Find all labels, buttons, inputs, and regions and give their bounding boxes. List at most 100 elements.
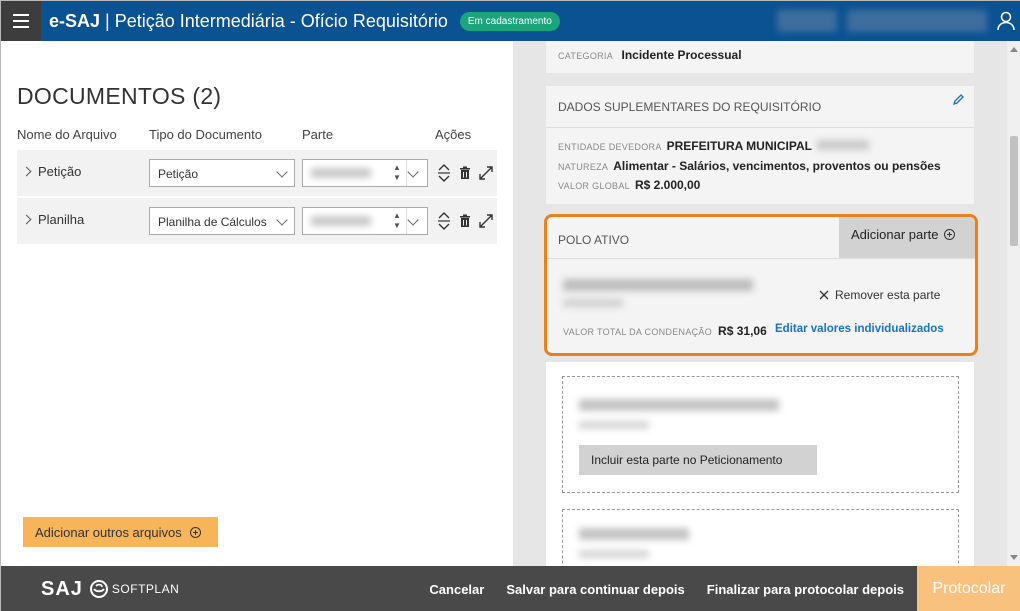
redacted-court-name (777, 10, 837, 32)
close-icon (819, 290, 829, 300)
category-card: CATEGORIA Incidente Processual (546, 41, 974, 73)
scroll-down-icon[interactable] (1010, 555, 1018, 560)
chevron-right-icon (21, 166, 32, 177)
column-actions: Ações (435, 127, 472, 142)
brand-name: e-SAJ (49, 10, 101, 31)
document-type-value: Petição (158, 167, 199, 181)
footer-actions: Cancelar Salvar para continuar depois Fi… (418, 566, 1020, 611)
finalize-later-button[interactable]: Finalizar para protocolar depois (696, 582, 915, 597)
saj-logo: SAJ SOFTPLAN (41, 578, 179, 601)
total-value: R$ 31,06 (718, 324, 767, 338)
entity-label: ENTIDADE DEVEDORA (558, 142, 662, 152)
chevron-down-icon (407, 166, 419, 178)
global-value-row: VALOR GLOBAL R$ 2.000,00 (558, 178, 700, 192)
user-area[interactable] (777, 10, 1020, 32)
hamburger-icon[interactable] (1, 1, 41, 41)
cancel-button[interactable]: Cancelar (418, 582, 495, 597)
redacted-candidate-document (579, 550, 649, 558)
entity-value: PREFEITURA MUNICIPAL (666, 139, 812, 153)
document-type-select[interactable]: Petição (149, 159, 295, 187)
save-for-later-button[interactable]: Salvar para continuar depois (495, 582, 695, 597)
document-expand-toggle[interactable]: Planilha (21, 212, 85, 227)
polo-ativo-card: POLO ATIVO Adicionar parte Remover esta … (544, 214, 978, 356)
user-icon[interactable] (997, 11, 1015, 31)
chevron-down-icon (276, 166, 288, 178)
document-row: Planilha Planilha de Cálculos ▲ ▼ (17, 198, 497, 244)
remove-party-button[interactable]: Remover esta parte (819, 288, 940, 302)
redacted-user-name (847, 10, 987, 32)
document-row: Petição Petição ▲ ▼ (17, 150, 497, 196)
remove-party-label: Remover esta parte (835, 288, 941, 302)
add-files-button[interactable]: Adicionar outros arquivos (23, 517, 218, 547)
plus-circle-icon (189, 526, 201, 538)
footer-bar: SAJ SOFTPLAN Cancelar Salvar para contin… (1, 566, 1020, 611)
softplan-logo: SOFTPLAN (89, 579, 179, 599)
summary-panel: CATEGORIA Incidente Processual DADOS SUP… (513, 41, 1007, 566)
edit-pencil-icon[interactable] (952, 94, 964, 106)
add-party-label: Adicionar parte (851, 227, 939, 242)
redacted-party-document (563, 299, 623, 307)
select-divider (406, 160, 407, 186)
plus-circle-icon (944, 229, 956, 240)
scroll-up-icon[interactable] (1010, 47, 1018, 52)
chevron-down-icon (276, 214, 288, 226)
nature-label: NATUREZA (558, 162, 609, 172)
reorder-icon[interactable] (437, 212, 451, 230)
global-value: R$ 2.000,00 (634, 178, 701, 192)
top-bar: e-SAJ | Petição Intermediária - Ofício R… (1, 1, 1020, 41)
column-party: Parte (302, 127, 334, 142)
column-file-name: Nome do Arquivo (17, 127, 117, 142)
total-value-label: VALOR TOTAL DA CONDENAÇÃO (563, 327, 713, 337)
chevron-down-icon (407, 214, 419, 226)
trash-icon[interactable] (459, 166, 471, 180)
candidate-party: Incluir esta parte no Peticionamento (562, 376, 959, 493)
party-select[interactable]: ▲ ▼ (302, 159, 428, 187)
document-name: Petição (38, 164, 82, 179)
polo-ativo-title: POLO ATIVO (558, 233, 630, 247)
add-party-button[interactable]: Adicionar parte (839, 217, 975, 258)
reorder-icon[interactable] (437, 164, 451, 182)
divider (547, 258, 975, 259)
trash-icon[interactable] (459, 214, 471, 228)
edit-individual-values-link[interactable]: Editar valores individualizados (775, 323, 944, 335)
category-value: Incidente Processual (621, 48, 742, 62)
status-badge: Em cadastramento (459, 11, 560, 31)
select-divider (406, 208, 407, 234)
spinner-icon[interactable]: ▲ ▼ (393, 163, 401, 183)
title-separator: | (105, 10, 110, 31)
spinner-icon[interactable]: ▲ ▼ (393, 211, 401, 231)
redacted-candidate-name (579, 399, 779, 411)
expand-icon[interactable] (479, 166, 493, 180)
include-party-button[interactable]: Incluir esta parte no Peticionamento (579, 445, 817, 475)
vertical-scrollbar[interactable] (1007, 41, 1020, 566)
row-actions (437, 164, 493, 182)
party-select[interactable]: ▲ ▼ (302, 207, 428, 235)
softplan-text: SOFTPLAN (111, 582, 180, 596)
expand-icon[interactable] (479, 214, 493, 228)
entity-row: ENTIDADE DEVEDORA PREFEITURA MUNICIPAL (558, 139, 869, 153)
redacted-municipality (816, 140, 869, 150)
redacted-candidate-name (579, 528, 689, 540)
nature-row: NATUREZA Alimentar - Salários, venciment… (558, 159, 941, 173)
redacted-party (311, 216, 371, 226)
protocol-button[interactable]: Protocolar (917, 566, 1020, 611)
divider (546, 127, 974, 128)
chevron-right-icon (21, 214, 32, 225)
category-label: CATEGORIA (558, 51, 614, 61)
softplan-icon (89, 580, 108, 598)
document-type-select[interactable]: Planilha de Cálculos (149, 207, 295, 235)
document-expand-toggle[interactable]: Petição (21, 164, 82, 179)
supplementary-title: DADOS SUPLEMENTARES DO REQUISITÓRIO (558, 100, 822, 114)
document-type-value: Planilha de Cálculos (158, 215, 267, 229)
add-files-label: Adicionar outros arquivos (35, 524, 182, 540)
redacted-party-name (563, 279, 753, 291)
row-actions (437, 212, 493, 230)
page-title: Petição Intermediária - Ofício Requisitó… (114, 10, 448, 31)
document-name: Planilha (38, 212, 85, 227)
saj-logo-text: SAJ (41, 577, 83, 600)
scroll-thumb[interactable] (1010, 136, 1018, 246)
column-document-type: Tipo do Documento (149, 127, 262, 142)
candidate-party (562, 509, 959, 566)
global-value-label: VALOR GLOBAL (558, 181, 630, 191)
documents-heading: DOCUMENTOS (2) (17, 83, 222, 109)
